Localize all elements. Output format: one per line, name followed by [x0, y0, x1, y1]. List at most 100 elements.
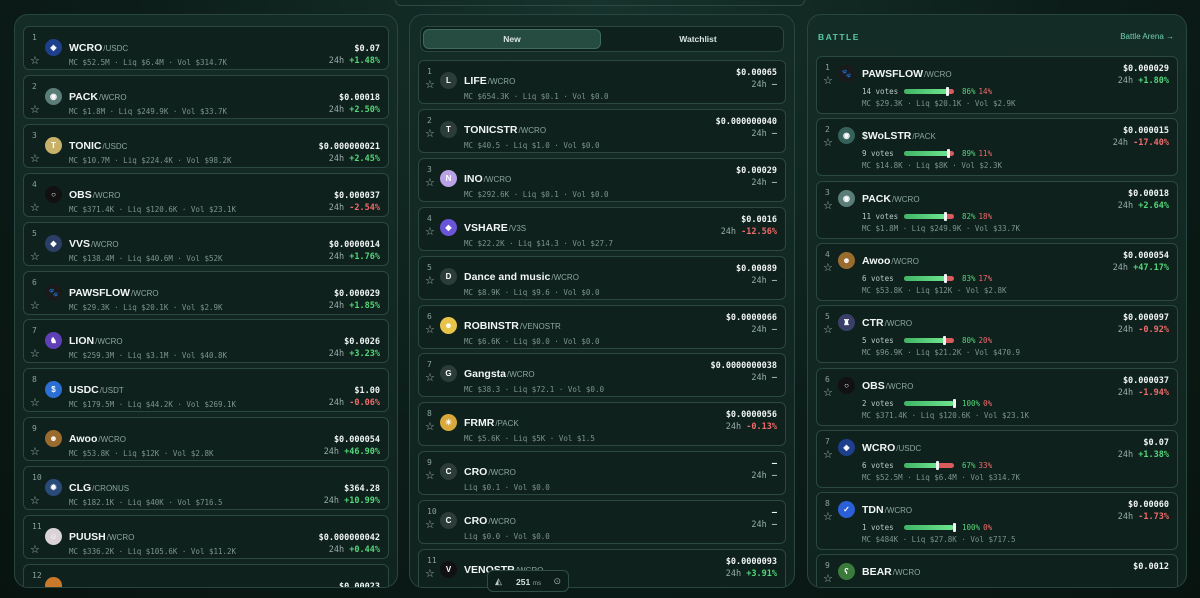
- token-symbol[interactable]: VSHARE/V3S: [464, 222, 526, 234]
- token-symbol[interactable]: WCRO/USDC: [69, 42, 128, 54]
- left-card[interactable]: 5 ☆ ◆ VVS/WCRO $0.0000014 24h +1.76% MC $138.4…: [23, 221, 389, 266]
- right-card[interactable]: 4 ☆ ☻ Awoo/WCRO $0.000054 24h +47.17% 6 votes 8…: [816, 242, 1178, 301]
- star-icon[interactable]: ☆: [823, 138, 833, 149]
- token-symbol[interactable]: LION/WCRO: [69, 335, 123, 347]
- mid-card[interactable]: 6 ☆ ☻ ROBINSTR/VENOSTR $0.0000066 24h – MC $6.…: [418, 304, 786, 349]
- token-symbol[interactable]: WCRO/USDC: [862, 442, 921, 454]
- right-card[interactable]: 1 ☆ 🐾 PAWSFLOW/WCRO $0.000029 24h +1.80% 14 vo…: [816, 56, 1178, 114]
- star-icon[interactable]: ☆: [425, 128, 435, 140]
- right-card[interactable]: 6 ☆ ○ OBS/WCRO $0.000037 24h -1.94% 2 votes 100…: [816, 367, 1178, 426]
- tab-new[interactable]: New: [423, 29, 601, 49]
- token-symbol[interactable]: FRMR/PACK: [464, 417, 519, 429]
- token-symbol[interactable]: INO/WCRO: [464, 173, 511, 185]
- mid-card[interactable]: 5 ☆ D Dance and music/WCRO $0.00089 24h – MC $…: [418, 255, 786, 300]
- star-icon[interactable]: ☆: [823, 512, 833, 523]
- token-symbol[interactable]: CRO/WCRO: [464, 515, 516, 527]
- star-icon[interactable]: ☆: [425, 520, 435, 531]
- left-card[interactable]: 10 ☆ ✹ CLG/CRONUS $364.28 24h +10.99% MC $182.…: [23, 466, 389, 511]
- token-symbol[interactable]: VVS/WCRO: [69, 238, 119, 250]
- left-card[interactable]: 9 ☆ ☻ Awoo/WCRO $0.000054 24h +46.90% MC $53.8…: [23, 417, 389, 462]
- left-card[interactable]: 6 ☆ 🐾 PAWSFLOW/WCRO $0.000029 24h +1.85% MC $2…: [23, 270, 389, 315]
- star-icon[interactable]: ☆: [425, 177, 435, 189]
- left-card[interactable]: 7 ☆ ♞ LION/WCRO $0.0026 24h +3.23% MC $259.3M …: [23, 319, 389, 364]
- star-icon[interactable]: ☆: [425, 422, 435, 433]
- token-symbol[interactable]: ROBINSTR/VENOSTR: [464, 320, 561, 332]
- mid-card[interactable]: 4 ☆ ◆ VSHARE/V3S $0.0016 24h -12.56% MC $22.2K…: [418, 206, 786, 251]
- token-symbol[interactable]: $WoLSTR/PACK: [862, 130, 936, 142]
- token-symbol[interactable]: Awoo/WCRO: [69, 433, 126, 445]
- mid-card[interactable]: 11☆VVENOSTR/WCRO$0.000009324h +3.91%: [418, 549, 786, 587]
- star-icon[interactable]: ☆: [30, 545, 40, 556]
- mid-card[interactable]: 1 ☆ L LIFE/WCRO $0.00065 24h – MC $654.3K · Li…: [418, 60, 786, 104]
- mid-card[interactable]: 8 ☆ ☀ FRMR/PACK $0.0000056 24h -0.13% MC $5.6K…: [418, 402, 786, 447]
- vote-bar-handle[interactable]: [947, 149, 950, 159]
- right-card[interactable]: 3 ☆ ◉ PACK/WCRO $0.00018 24h +2.64% 11 votes 82…: [816, 180, 1178, 239]
- star-icon[interactable]: ☆: [30, 104, 40, 116]
- vote-bar-handle[interactable]: [945, 87, 949, 96]
- token-symbol[interactable]: CTR/WCRO: [862, 317, 912, 329]
- token-symbol[interactable]: OBS/WCRO: [69, 189, 120, 201]
- mid-card[interactable]: 3 ☆ N INO/WCRO $0.00029 24h – MC $292.6K · Liq…: [418, 157, 786, 202]
- star-icon[interactable]: ☆: [30, 349, 40, 360]
- tab-watchlist[interactable]: Watchlist: [609, 29, 787, 49]
- star-icon[interactable]: ☆: [823, 387, 833, 399]
- left-card[interactable]: 8 ☆ $ USDC/USDT $1.00 24h -0.06% MC $179.5M · …: [23, 368, 389, 413]
- token-symbol[interactable]: TONIC/USDC: [69, 140, 127, 152]
- star-icon[interactable]: ☆: [425, 226, 435, 238]
- star-icon[interactable]: ☆: [425, 373, 435, 384]
- star-icon[interactable]: ☆: [823, 574, 833, 585]
- star-icon[interactable]: ☆: [823, 325, 833, 336]
- left-card[interactable]: 12☆$0.00023: [23, 563, 389, 587]
- mid-card[interactable]: 10 ☆ C CRO/WCRO –24h – Liq $0.0 · Vol $0.0: [418, 500, 786, 545]
- left-card[interactable]: 3 ☆ T TONIC/USDC $0.000000021 24h +2.45% MC $1…: [23, 123, 389, 168]
- token-symbol[interactable]: TDN/WCRO: [862, 504, 912, 516]
- token-symbol[interactable]: PAWSFLOW/WCRO: [69, 287, 159, 299]
- star-icon[interactable]: ☆: [823, 262, 833, 274]
- star-icon[interactable]: ☆: [30, 447, 40, 458]
- star-icon[interactable]: ☆: [30, 202, 40, 214]
- left-card[interactable]: 11 ☆ ☺ PUUSH/WCRO $0.000000042 24h +0.44% MC $…: [23, 515, 389, 559]
- star-icon[interactable]: ☆: [425, 324, 435, 336]
- battle-arena-link[interactable]: Battle Arena →: [1120, 32, 1174, 41]
- token-symbol[interactable]: PACK/WCRO: [862, 193, 920, 205]
- star-icon[interactable]: ☆: [425, 471, 435, 482]
- star-icon[interactable]: ☆: [30, 300, 40, 312]
- star-icon[interactable]: ☆: [823, 449, 833, 461]
- vote-bar-handle[interactable]: [952, 523, 956, 533]
- left-card[interactable]: 4 ☆ ○ OBS/WCRO $0.000037 24h -2.54% MC $371.4K…: [23, 172, 389, 217]
- vote-bar-handle[interactable]: [942, 336, 946, 346]
- token-symbol[interactable]: TONICSTR/WCRO: [464, 124, 546, 136]
- token-symbol[interactable]: LIFE/WCRO: [464, 75, 515, 87]
- mid-card[interactable]: 7 ☆ G Gangsta/WCRO $0.0000000038 24h – MC $38.…: [418, 353, 786, 398]
- token-symbol[interactable]: Awoo/WCRO: [862, 255, 919, 267]
- token-symbol[interactable]: [69, 580, 70, 587]
- token-symbol[interactable]: OBS/WCRO: [862, 380, 913, 392]
- latency-indicator[interactable]: ◭ 251 ms ⊙: [487, 570, 569, 592]
- star-icon[interactable]: ☆: [30, 398, 40, 409]
- right-card[interactable]: 2 ☆ ◉ $WoLSTR/PACK $0.000015 24h -17.40% 9 vot…: [816, 118, 1178, 177]
- left-card[interactable]: 2 ☆ ◉ PACK/WCRO $0.00018 24h +2.50% MC $1.8M ·…: [23, 74, 389, 119]
- right-card[interactable]: 8 ☆ ✓ TDN/WCRO $0.00060 24h -1.73% 1 votes 100%…: [816, 492, 1178, 551]
- right-card[interactable]: 7 ☆ ◈ WCRO/USDC $0.07 24h +1.38% 6 votes 67% 33%…: [816, 429, 1178, 488]
- star-icon[interactable]: ☆: [823, 200, 833, 212]
- vote-bar-handle[interactable]: [943, 211, 947, 221]
- star-icon[interactable]: ☆: [30, 153, 40, 165]
- token-symbol[interactable]: PACK/WCRO: [69, 91, 127, 103]
- token-symbol[interactable]: PUUSH/WCRO: [69, 531, 134, 543]
- token-symbol[interactable]: USDC/USDT: [69, 384, 124, 396]
- star-icon[interactable]: ☆: [30, 496, 40, 507]
- star-icon[interactable]: ☆: [425, 569, 435, 580]
- star-icon[interactable]: ☆: [30, 56, 40, 67]
- vote-bar-handle[interactable]: [952, 398, 956, 408]
- mid-card[interactable]: 2 ☆ T TONICSTR/WCRO $0.000000040 24h – MC $40.…: [418, 108, 786, 153]
- token-symbol[interactable]: CRO/WCRO: [464, 466, 516, 478]
- vote-bar-handle[interactable]: [936, 460, 939, 470]
- token-symbol[interactable]: BEAR/WCRO: [862, 566, 920, 578]
- token-symbol[interactable]: PAWSFLOW/WCRO: [862, 68, 952, 80]
- left-card[interactable]: 1 ☆ ◈ WCRO/USDC $0.07 24h +1.48% MC $52.5M · L…: [23, 26, 389, 70]
- star-icon[interactable]: ☆: [823, 76, 833, 87]
- star-icon[interactable]: ☆: [30, 251, 40, 263]
- vote-bar-handle[interactable]: [944, 273, 947, 283]
- token-symbol[interactable]: Dance and music/WCRO: [464, 271, 579, 283]
- star-icon[interactable]: ☆: [425, 275, 435, 287]
